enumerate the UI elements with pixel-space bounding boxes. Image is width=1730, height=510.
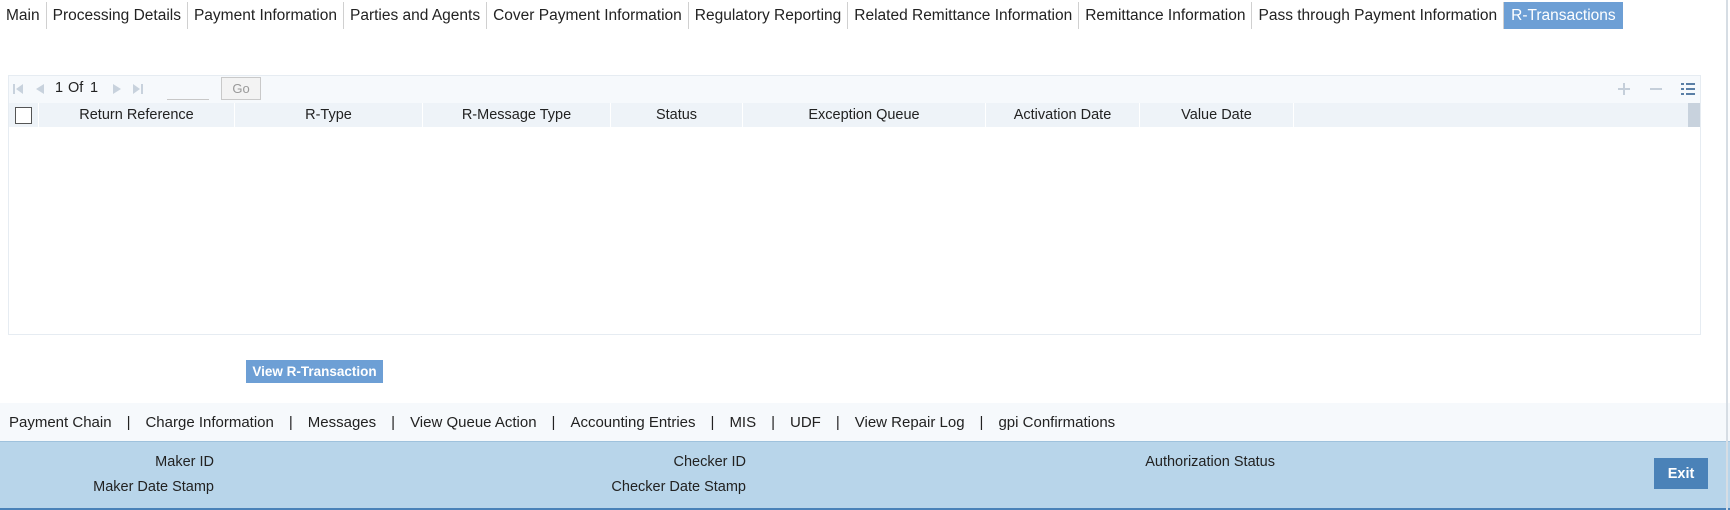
column-header-status[interactable]: Status <box>611 103 743 127</box>
link-view-repair-log[interactable]: View Repair Log <box>855 414 965 431</box>
remove-row-icon[interactable] <box>1646 79 1666 99</box>
exit-button[interactable]: Exit <box>1654 458 1708 489</box>
link-gpi-confirmations[interactable]: gpi Confirmations <box>998 414 1115 431</box>
link-separator: | <box>771 413 776 431</box>
column-header-r-message-type[interactable]: R-Message Type <box>423 103 611 127</box>
link-separator: | <box>551 413 556 431</box>
tab-parties-and-agents[interactable]: Parties and Agents <box>344 2 488 29</box>
bottom-link-bar: Payment Chain | Charge Information | Mes… <box>0 403 1730 441</box>
total-pages: 1 <box>90 80 99 96</box>
column-header-filler <box>1294 103 1693 127</box>
column-header-exception-queue[interactable]: Exception Queue <box>743 103 986 127</box>
tab-processing-details[interactable]: Processing Details <box>47 2 188 29</box>
column-header-value-date[interactable]: Value Date <box>1140 103 1294 127</box>
link-udf[interactable]: UDF <box>790 414 821 431</box>
grid-toolbar: 1 Of 1 Go <box>9 76 1700 103</box>
link-separator: | <box>391 413 396 431</box>
tab-main[interactable]: Main <box>0 2 47 29</box>
checker-id-label: Checker ID <box>673 454 746 470</box>
link-payment-chain[interactable]: Payment Chain <box>9 414 112 431</box>
grid-header: Return Reference R-Type R-Message Type S… <box>9 103 1693 127</box>
tab-regulatory-reporting[interactable]: Regulatory Reporting <box>689 2 849 29</box>
view-r-transaction-button[interactable]: View R-Transaction <box>246 360 383 383</box>
tab-related-remittance-information[interactable]: Related Remittance Information <box>848 2 1080 29</box>
add-row-icon[interactable] <box>1614 79 1634 99</box>
select-all-cell <box>9 103 39 127</box>
maker-date-stamp-label: Maker Date Stamp <box>93 479 214 495</box>
page-of-label: Of <box>68 80 84 96</box>
tab-cover-payment-information[interactable]: Cover Payment Information <box>487 2 689 29</box>
tab-payment-information[interactable]: Payment Information <box>188 2 344 29</box>
go-button[interactable]: Go <box>221 77 261 100</box>
select-all-checkbox[interactable] <box>15 106 32 124</box>
previous-page-icon[interactable] <box>33 82 47 96</box>
link-separator: | <box>288 413 293 431</box>
maker-id-label: Maker ID <box>155 454 214 470</box>
link-separator: | <box>835 413 840 431</box>
single-record-view-icon[interactable] <box>1678 79 1698 99</box>
link-separator: | <box>126 413 131 431</box>
link-separator: | <box>979 413 984 431</box>
r-transactions-grid: 1 Of 1 Go Return Reference R-Type R-Mess… <box>8 75 1701 335</box>
link-view-queue-action[interactable]: View Queue Action <box>410 414 536 431</box>
grid-scrollbar[interactable] <box>1688 103 1700 127</box>
tab-pass-through-payment-information[interactable]: Pass through Payment Information <box>1252 2 1505 29</box>
next-page-icon[interactable] <box>110 82 124 96</box>
link-accounting-entries[interactable]: Accounting Entries <box>570 414 695 431</box>
window-right-edge <box>1726 0 1728 510</box>
tab-r-transactions[interactable]: R-Transactions <box>1504 2 1623 29</box>
current-page: 1 <box>55 80 64 96</box>
tab-remittance-information[interactable]: Remittance Information <box>1079 2 1253 29</box>
link-separator: | <box>710 413 715 431</box>
column-header-return-reference[interactable]: Return Reference <box>39 103 235 127</box>
link-charge-information[interactable]: Charge Information <box>145 414 273 431</box>
column-header-activation-date[interactable]: Activation Date <box>986 103 1140 127</box>
link-messages[interactable]: Messages <box>308 414 376 431</box>
audit-footer: Maker ID Maker Date Stamp Checker ID Che… <box>0 441 1730 510</box>
first-page-icon[interactable] <box>11 82 25 96</box>
column-header-r-type[interactable]: R-Type <box>235 103 423 127</box>
tab-strip: Main Processing Details Payment Informat… <box>0 2 1623 29</box>
last-page-icon[interactable] <box>131 82 145 96</box>
link-mis[interactable]: MIS <box>729 414 756 431</box>
page-number-input[interactable] <box>167 78 209 100</box>
checker-date-stamp-label: Checker Date Stamp <box>611 479 746 495</box>
authorization-status-label: Authorization Status <box>1145 454 1275 470</box>
r-transactions-screen: Main Processing Details Payment Informat… <box>0 0 1730 510</box>
